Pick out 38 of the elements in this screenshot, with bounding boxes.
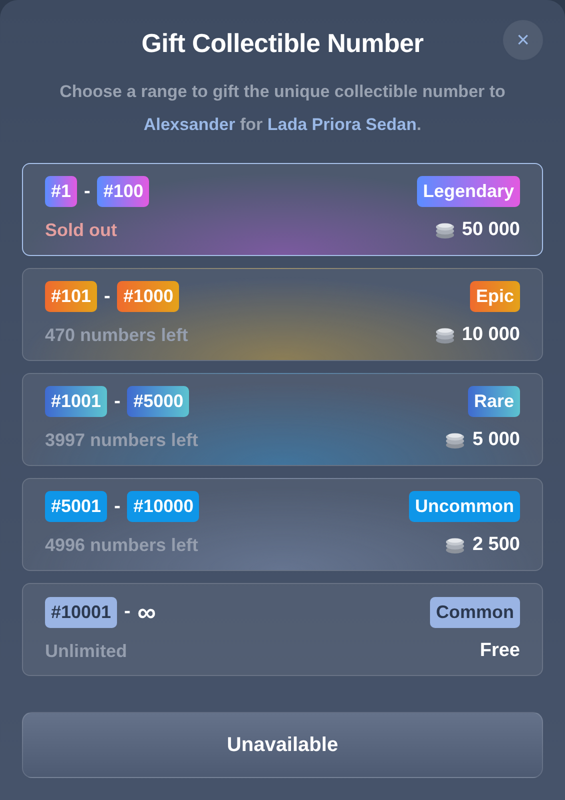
range-end-tag: #1000: [117, 281, 180, 312]
range-start-tag: #1001: [45, 386, 108, 417]
price-text: 2 500: [472, 534, 520, 556]
range-separator: -: [124, 601, 130, 623]
price-text: 50 000: [462, 219, 520, 241]
close-button[interactable]: ×: [503, 20, 543, 60]
range-option-card[interactable]: #1001 - #5000 Rare 3997 numbers left 5 000: [22, 373, 543, 466]
range-start-tag: #101: [45, 281, 98, 312]
range-option-card[interactable]: #10001 - ∞ Common Unlimited Free: [22, 583, 543, 676]
range-end-tag: #5000: [127, 386, 190, 417]
rarity-tag: Epic: [470, 281, 520, 312]
range-end-tag: #10000: [127, 491, 200, 522]
rarity-tag: Common: [430, 596, 520, 628]
rarity-tag: Rare: [468, 386, 520, 417]
price-text: 5 000: [472, 429, 520, 451]
range-end-tag: #100: [97, 176, 150, 207]
range-start-tag: #5001: [45, 491, 108, 522]
range-separator: -: [114, 390, 120, 412]
range-option-card[interactable]: #101 - #1000 Epic 470 numbers left 10 000: [22, 268, 543, 361]
rarity-tag: Uncommon: [409, 491, 520, 522]
range-separator: -: [84, 180, 90, 202]
range-separator: -: [104, 286, 110, 308]
rarity-tag: Legendary: [416, 176, 520, 207]
price-text: 10 000: [462, 324, 520, 346]
range-separator: -: [114, 496, 120, 518]
range-end-text: ∞: [137, 596, 156, 628]
availability-text: 3997 numbers left: [45, 430, 198, 450]
availability-text: Unlimited: [45, 640, 128, 662]
price-text: Free: [480, 640, 520, 662]
range-start-tag: #1: [45, 176, 78, 207]
range-option-card[interactable]: #5001 - #10000 Uncommon 4996 numbers left 2 500: [22, 478, 543, 571]
range-option-card[interactable]: #1 - #100 Legendary Sold out 50 000: [22, 163, 543, 256]
availability-text: Sold out: [45, 220, 117, 240]
availability-text: 4996 numbers left: [45, 534, 198, 556]
dialog-title: Gift Collectible Number: [140, 28, 425, 59]
range-start-tag: #10001: [45, 596, 118, 628]
availability-text: 470 numbers left: [45, 324, 188, 346]
dialog-description: Choose a range to gift the unique collectible number to Alexsander for Lada Priora Sedan.: [58, 81, 506, 136]
